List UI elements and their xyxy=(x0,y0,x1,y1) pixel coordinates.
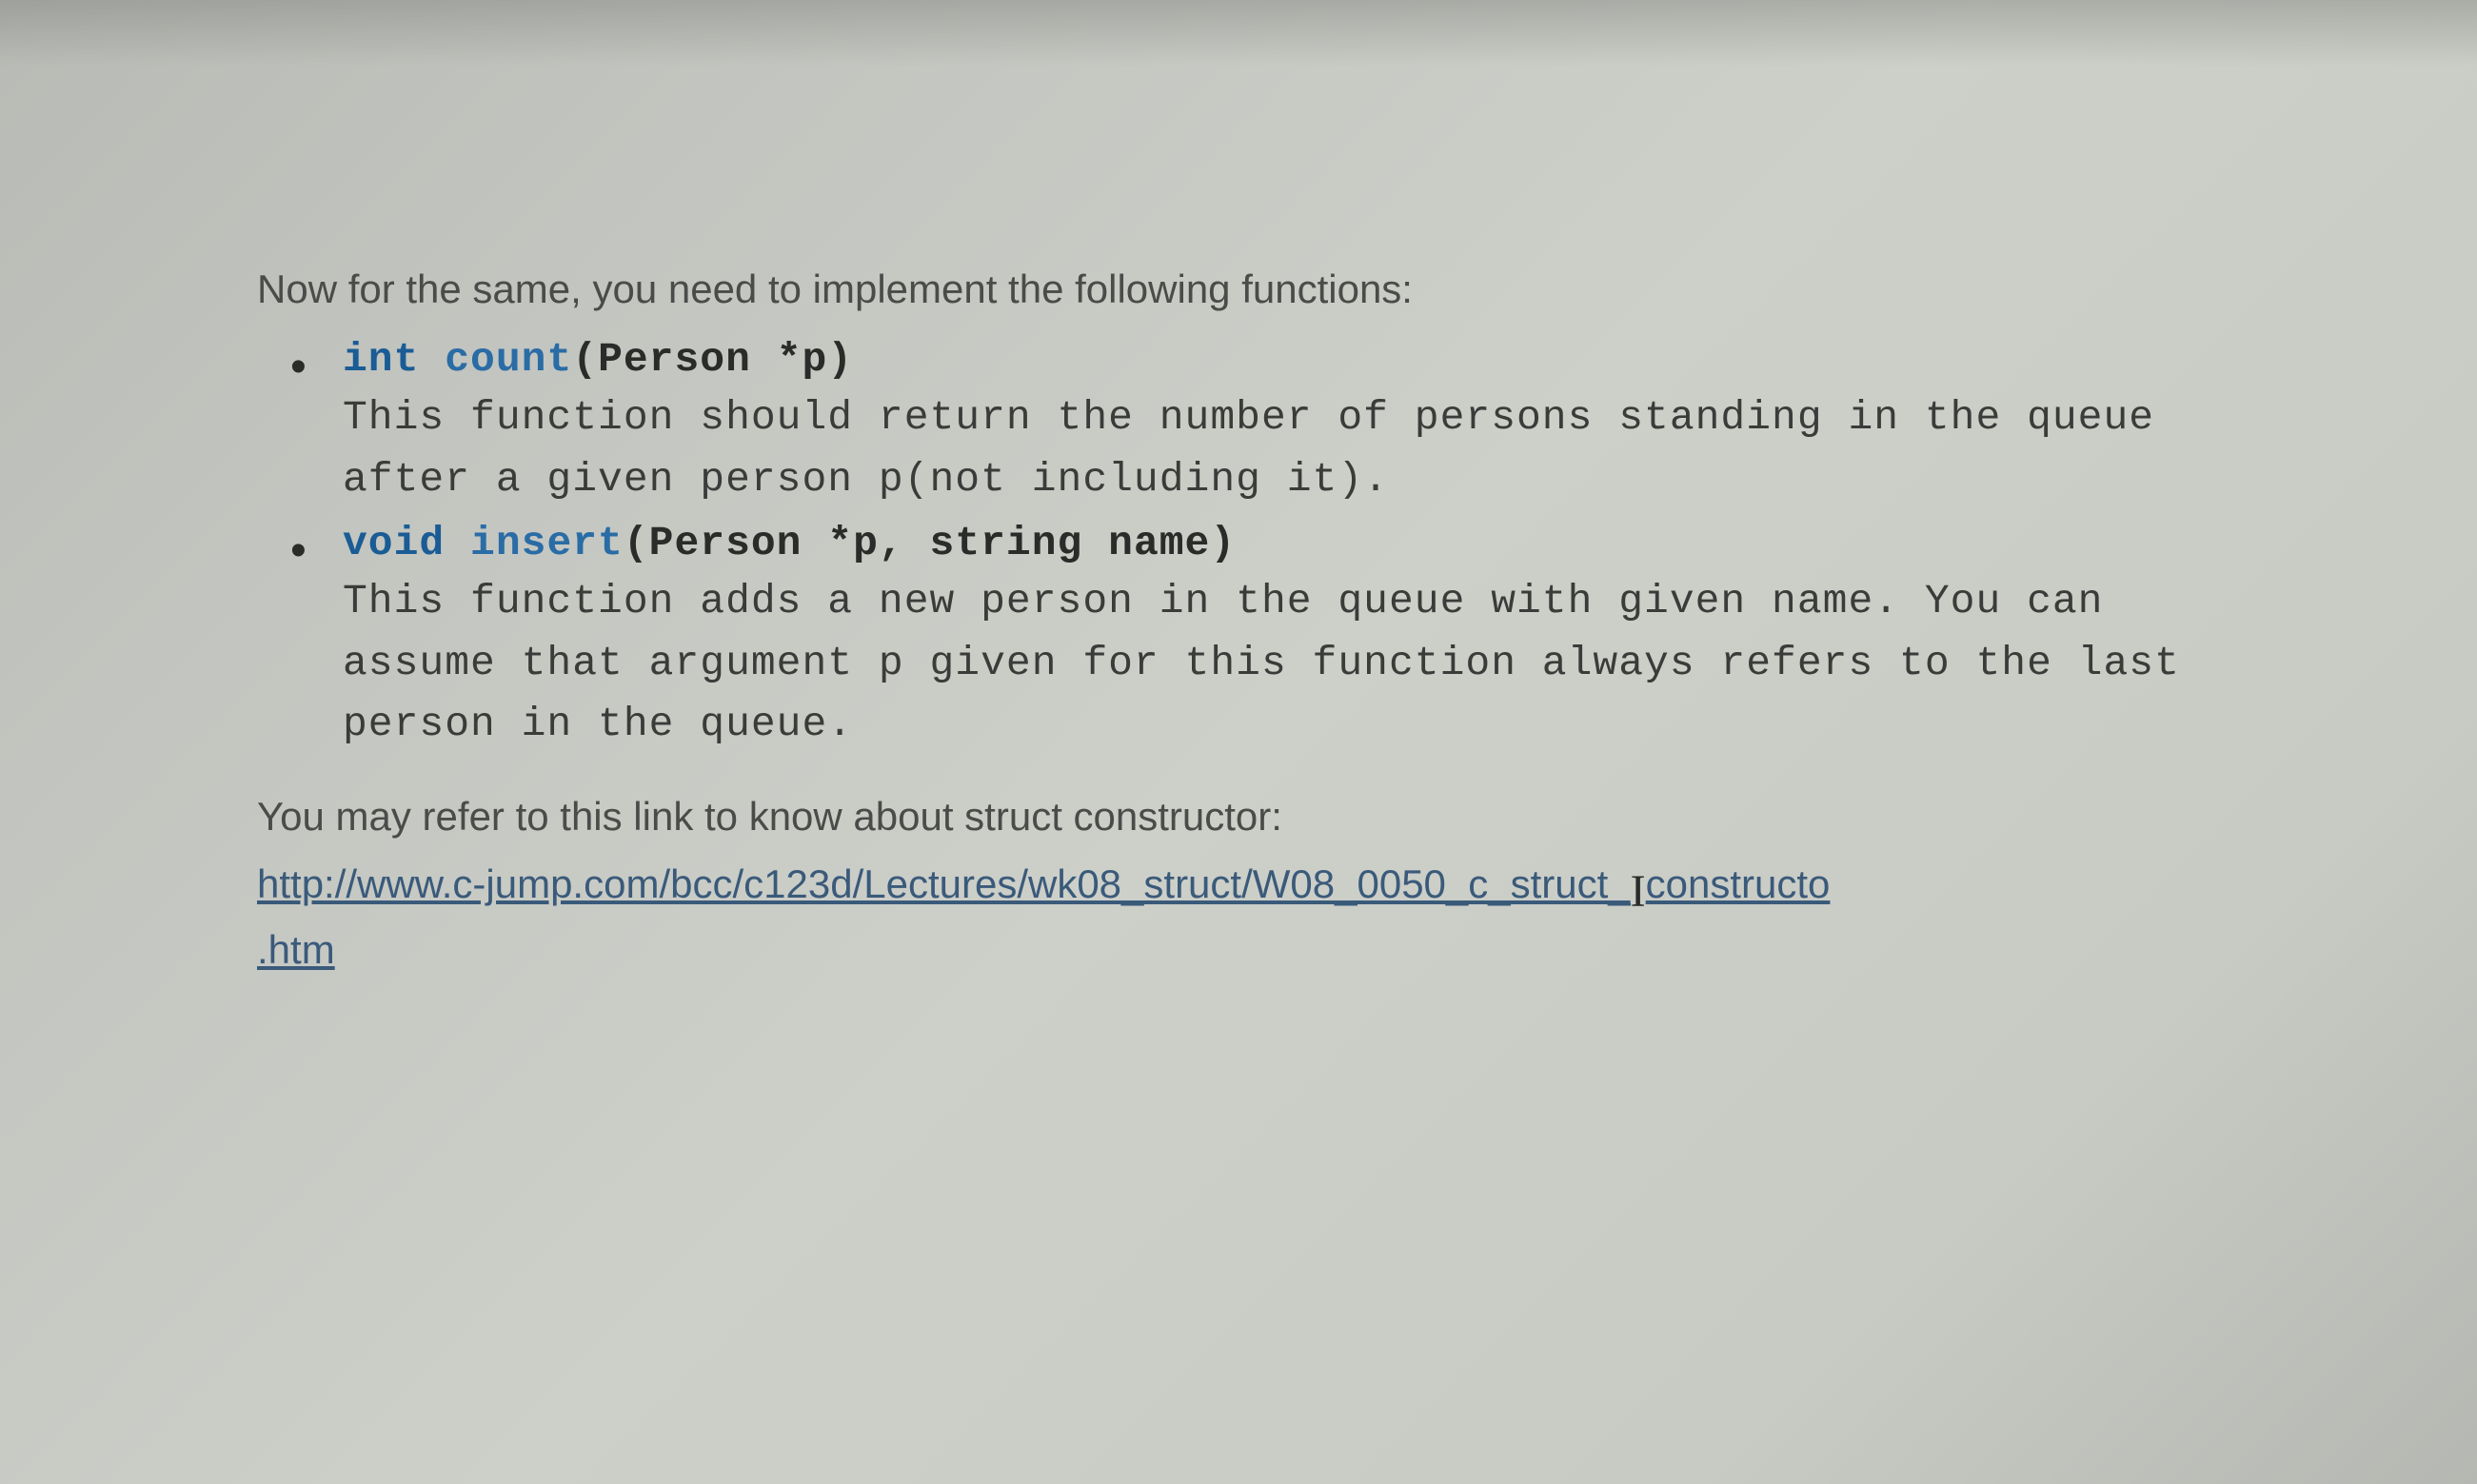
link-container: http://www.c-jump.com/bcc/c123d/Lectures… xyxy=(257,854,2239,979)
refer-paragraph: You may refer to this link to know about… xyxy=(257,794,2239,840)
function-name: insert xyxy=(470,520,624,566)
function-description: This function should return the number o… xyxy=(343,387,2239,510)
link-text-part2: constructo xyxy=(1646,861,1831,906)
function-item-count: int count(Person *p) This function shoul… xyxy=(343,336,2239,510)
return-type: int xyxy=(343,336,419,383)
return-type: void xyxy=(343,520,445,566)
text-cursor-icon: I xyxy=(1631,865,1646,918)
function-signature-count: int count(Person *p) xyxy=(343,336,2239,383)
function-name: count xyxy=(445,336,572,383)
link-text-part3: .htm xyxy=(257,927,335,972)
function-params: (Person *p) xyxy=(572,336,853,383)
function-params: (Person *p, string name) xyxy=(624,520,1236,566)
top-edge-shadow xyxy=(0,0,2477,67)
intro-paragraph: Now for the same, you need to implement … xyxy=(257,267,2239,312)
function-description: This function adds a new person in the q… xyxy=(343,571,2239,756)
function-signature-insert: void insert(Person *p, string name) xyxy=(343,520,2239,566)
reference-link-cont[interactable]: constructo xyxy=(1646,861,1831,906)
reference-link-end[interactable]: .htm xyxy=(257,927,335,972)
function-list: int count(Person *p) This function shoul… xyxy=(257,336,2239,756)
document-content: Now for the same, you need to implement … xyxy=(0,0,2477,1075)
link-text-part1: http://www.c-jump.com/bcc/c123d/Lectures… xyxy=(257,861,1631,906)
function-item-insert: void insert(Person *p, string name) This… xyxy=(343,520,2239,756)
reference-link[interactable]: http://www.c-jump.com/bcc/c123d/Lectures… xyxy=(257,861,1631,906)
